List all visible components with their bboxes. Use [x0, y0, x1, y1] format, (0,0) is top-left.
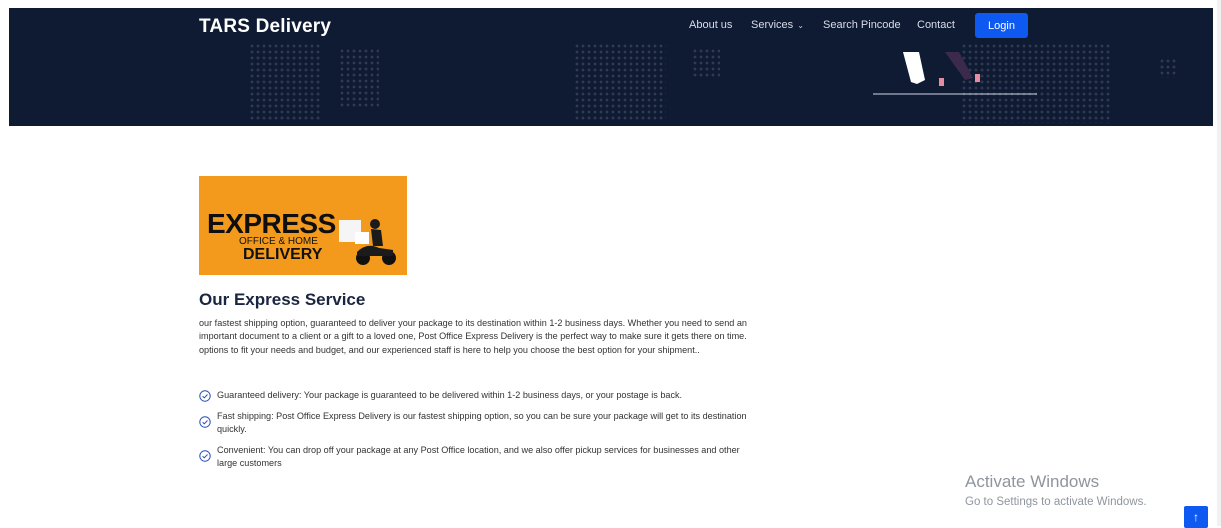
check-circle-icon	[199, 416, 211, 428]
scooter-rider-icon	[355, 219, 396, 265]
delivery-person-illustration	[873, 52, 1037, 95]
service-description: our fastest shipping option, guaranteed …	[199, 318, 747, 355]
page-title: Our Express Service	[199, 290, 366, 309]
check-circle-icon	[199, 450, 211, 462]
map-dots	[1159, 58, 1177, 78]
map-dots	[574, 43, 666, 121]
feature-text: Guaranteed delivery: Your package is gua…	[217, 390, 683, 400]
feature-list: Guaranteed delivery: Your package is gua…	[199, 389, 759, 478]
map-dots	[249, 43, 321, 121]
scroll-to-top-button[interactable]: ↑	[1184, 506, 1208, 528]
chevron-down-icon: ⌄	[797, 21, 804, 30]
feature-text: Convenient: You can drop off your packag…	[217, 445, 740, 468]
check-circle-icon	[199, 390, 211, 402]
map-dots	[692, 48, 720, 78]
main-nav: About us Services ⌄ Search Pincode Contac…	[0, 14, 1221, 38]
list-item: Guaranteed delivery: Your package is gua…	[199, 389, 759, 402]
nav-contact[interactable]: Contact	[917, 19, 955, 31]
list-item: Fast shipping: Post Office Express Deliv…	[199, 410, 759, 436]
nav-search-pincode[interactable]: Search Pincode	[823, 19, 901, 31]
list-item: Convenient: You can drop off your packag…	[199, 444, 759, 470]
page-scrollbar[interactable]	[1217, 0, 1221, 526]
nav-services-label: Services	[751, 19, 794, 31]
image-text-delivery: DELIVERY	[243, 246, 323, 263]
activate-windows-title: Activate Windows	[965, 472, 1100, 491]
feature-text: Fast shipping: Post Office Express Deliv…	[217, 411, 747, 434]
nav-services[interactable]: Services ⌄	[751, 19, 804, 31]
nav-about[interactable]: About us	[689, 19, 732, 31]
map-dots	[339, 48, 379, 108]
express-delivery-image: EXPRESS OFFICE & HOME DELIVERY	[199, 176, 407, 275]
login-button[interactable]: Login	[975, 13, 1028, 38]
activate-windows-subtitle: Go to Settings to activate Windows.	[965, 496, 1147, 508]
